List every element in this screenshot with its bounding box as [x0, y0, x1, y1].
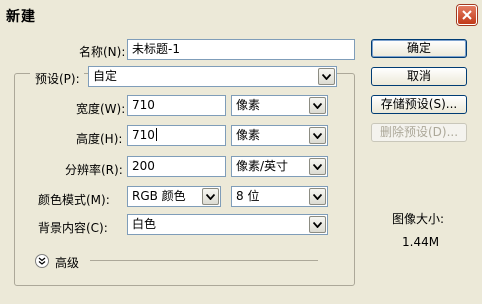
- image-size-value: 1.44M: [402, 235, 440, 249]
- chevron-down-icon: [309, 216, 326, 233]
- ok-button[interactable]: 确定: [371, 39, 467, 58]
- color-mode-label: 颜色模式(M):: [38, 193, 110, 207]
- height-unit-select[interactable]: 像素: [231, 125, 328, 146]
- chevron-down-icon: [309, 97, 326, 114]
- resolution-label: 分辨率(R):: [65, 163, 123, 177]
- close-button[interactable]: [457, 5, 477, 25]
- advanced-label[interactable]: 高级: [55, 254, 79, 271]
- dialog-title: 新建: [6, 9, 36, 25]
- bit-depth-select[interactable]: 8 位: [231, 186, 328, 207]
- background-select[interactable]: 白色: [127, 214, 328, 235]
- preset-label: 预设(P):: [35, 72, 80, 86]
- resolution-unit: 像素/英寸: [236, 159, 289, 173]
- width-label: 宽度(W):: [76, 102, 126, 116]
- color-mode-value: RGB 颜色: [132, 189, 186, 203]
- width-value: 710: [132, 98, 155, 112]
- title-bar: 新建: [0, 0, 482, 30]
- text-caret: [155, 128, 157, 141]
- expand-chevron-icon[interactable]: [35, 254, 49, 268]
- chevron-down-icon: [309, 188, 326, 205]
- resolution-value: 200: [132, 159, 155, 173]
- name-value: 未标题-1: [132, 42, 180, 56]
- background-value: 白色: [132, 217, 157, 231]
- save-preset-button[interactable]: 存储预设(S)...: [371, 95, 467, 114]
- close-icon: [462, 10, 472, 20]
- chevron-down-icon: [309, 158, 326, 175]
- height-label: 高度(H):: [76, 132, 123, 146]
- cancel-button[interactable]: 取消: [371, 67, 467, 86]
- chevron-down-icon: [318, 68, 335, 85]
- name-label: 名称(N):: [79, 45, 126, 59]
- image-size-label: 图像大小:: [392, 212, 445, 226]
- resolution-field[interactable]: 200: [127, 156, 226, 177]
- height-unit: 像素: [236, 128, 261, 142]
- delete-preset-button: 删除预设(D)...: [371, 123, 467, 142]
- color-mode-select[interactable]: RGB 颜色: [127, 186, 221, 207]
- preset-value: 自定: [93, 69, 118, 83]
- preset-select[interactable]: 自定: [88, 66, 337, 87]
- height-value: 710: [132, 128, 155, 142]
- new-document-dialog: 新建 名称(N): 未标题-1 预设(P): 自定 宽度(W): 710 像素 …: [0, 0, 482, 304]
- bit-depth-value: 8 位: [236, 189, 260, 203]
- chevron-down-icon: [309, 127, 326, 144]
- advanced-divider: [90, 260, 318, 261]
- name-field[interactable]: 未标题-1: [127, 39, 355, 60]
- chevron-down-icon: [202, 188, 219, 205]
- width-unit-select[interactable]: 像素: [231, 95, 328, 116]
- width-unit: 像素: [236, 98, 261, 112]
- background-label: 背景内容(C):: [38, 221, 108, 235]
- width-field[interactable]: 710: [127, 95, 226, 116]
- resolution-unit-select[interactable]: 像素/英寸: [231, 156, 328, 177]
- height-field[interactable]: 710: [127, 125, 226, 146]
